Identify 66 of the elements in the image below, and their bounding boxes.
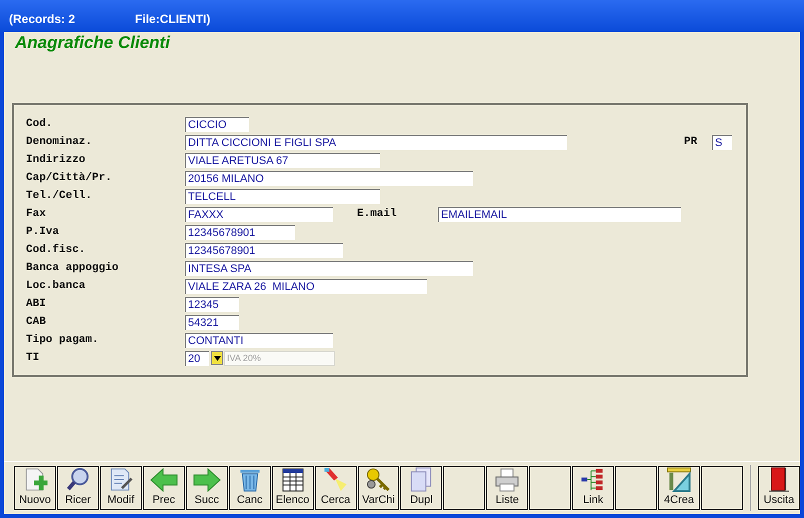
toolbar-button[interactable]: Cerca — [314, 466, 356, 510]
window-title: (Records: 2 — [9, 12, 76, 26]
blank-button[interactable] — [615, 466, 658, 510]
right-arrow-icon — [192, 468, 221, 492]
input-field[interactable]: FAXXX — [185, 206, 333, 222]
toolbar-button[interactable]: Nuovo — [14, 466, 56, 510]
input-field[interactable]: TELCELL — [185, 188, 380, 204]
dropdown-button[interactable] — [211, 351, 223, 365]
field-label: Indirizzo — [26, 154, 86, 166]
input-field[interactable]: CONTANTI — [185, 332, 333, 348]
input-field[interactable]: 12345678901 — [185, 224, 295, 240]
field-label: CAB — [26, 316, 47, 328]
toolbar-button[interactable]: 4Crea — [658, 466, 700, 510]
blank-button[interactable] — [443, 466, 486, 510]
field-label: Cod.fisc. — [26, 244, 86, 256]
input-field[interactable]: EMAILEMAIL — [438, 206, 681, 222]
toolbar-button[interactable]: Succ — [186, 466, 228, 510]
keys-icon — [365, 467, 392, 492]
toolbar-button[interactable]: Elenco — [272, 466, 314, 510]
toolbar-button[interactable]: Dupl — [400, 466, 442, 510]
copy-icon — [409, 467, 434, 492]
toolbar-button[interactable]: Ricer — [56, 466, 99, 510]
printer-icon — [494, 468, 520, 492]
input-field[interactable]: 20 — [185, 350, 209, 366]
field-label: ABI — [26, 298, 47, 310]
field-label: Denominaz. — [26, 136, 94, 148]
toolbar-button[interactable]: Prec — [142, 466, 185, 510]
field-label: Tel./Cell. — [26, 190, 94, 202]
input-field[interactable]: 54321 — [185, 314, 239, 330]
blank-button[interactable] — [529, 466, 572, 510]
blank-button[interactable] — [701, 466, 743, 510]
input-field[interactable]: VIALE ARETUSA 67 — [185, 152, 380, 168]
toolbar-button[interactable]: Canc — [228, 466, 271, 510]
magnifier-icon — [64, 467, 91, 492]
form-heading: Anagrafiche Clienti — [14, 32, 172, 53]
left-arrow-icon — [150, 468, 178, 492]
field-label: Cap/Città/Pr. — [26, 172, 113, 184]
toolbar-button[interactable]: Liste — [486, 466, 528, 510]
caret-icon — [214, 356, 220, 360]
ruler-triangle-icon — [666, 467, 692, 492]
input-field[interactable]: INTESA SPA — [185, 260, 473, 276]
input-field: IVA 20% — [224, 350, 335, 366]
input-field[interactable]: S — [712, 134, 732, 150]
flashlight-icon — [322, 467, 349, 492]
field-label: Fax — [26, 208, 47, 220]
field-label: Loc.banca — [26, 280, 86, 292]
field-label: P.Iva — [26, 226, 60, 238]
trash-icon — [238, 467, 262, 492]
input-field[interactable]: 20156 MILANO — [185, 170, 473, 186]
field-label: TI — [26, 352, 40, 364]
toolbar-button[interactable]: Uscita — [758, 466, 800, 510]
table-icon — [282, 468, 304, 492]
window-title: File:CLIENTI) — [135, 12, 210, 26]
input-field[interactable]: 12345678901 — [185, 242, 343, 258]
input-field[interactable]: VIALE ZARA 26 MILANO — [185, 278, 427, 294]
input-field[interactable]: CICCIO — [185, 116, 249, 132]
field-label: Tipo pagam. — [26, 334, 100, 346]
field-label: E.mail — [357, 208, 398, 220]
field-label: Banca appoggio — [26, 262, 120, 274]
toolbar-button[interactable]: Modif — [100, 466, 142, 510]
field-label: Cod. — [26, 118, 54, 130]
input-field[interactable]: DITTA CICCIONI E FIGLI SPA — [185, 134, 567, 150]
field-label: PR — [684, 136, 698, 148]
toolbar-button[interactable]: Link — [572, 466, 614, 510]
toolbar-button[interactable]: VarChi — [358, 466, 400, 510]
input-field[interactable]: 12345 — [185, 296, 239, 312]
